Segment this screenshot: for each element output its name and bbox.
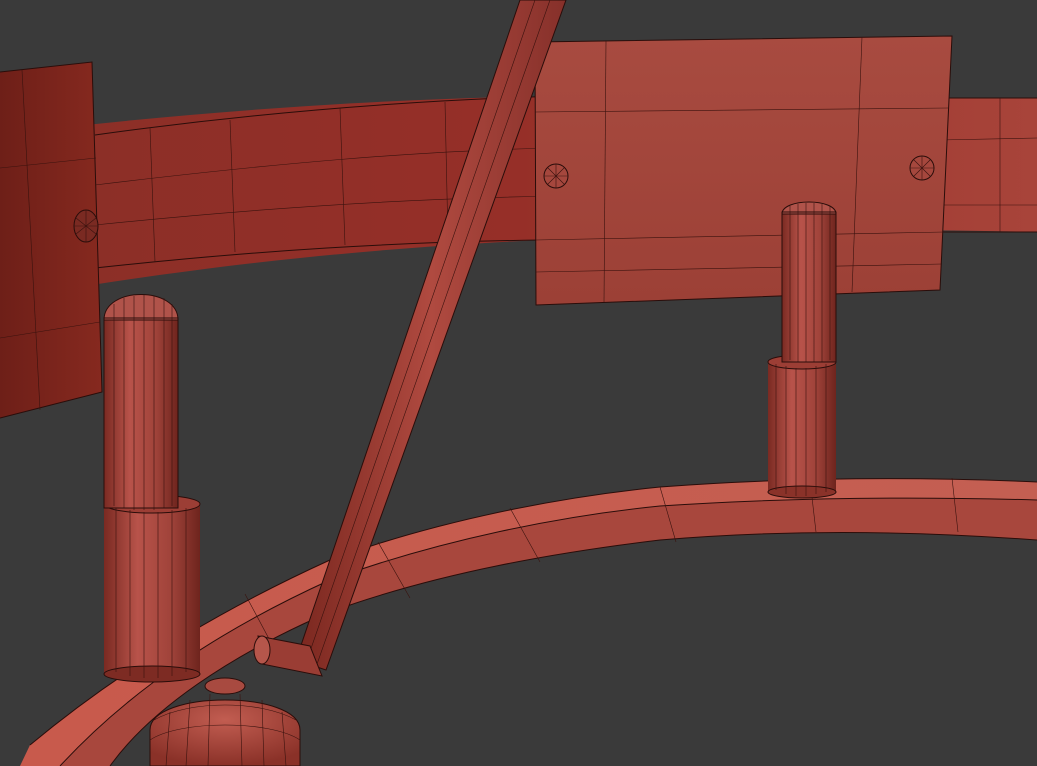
screw-head-left: [73, 209, 99, 243]
left-post[interactable]: [103, 294, 201, 683]
3d-viewport[interactable]: [0, 0, 1037, 766]
right-panel[interactable]: [534, 35, 953, 306]
screw-head-right-2: [909, 155, 935, 181]
scene-render: [0, 0, 1037, 766]
screw-head-right-1: [543, 163, 569, 189]
